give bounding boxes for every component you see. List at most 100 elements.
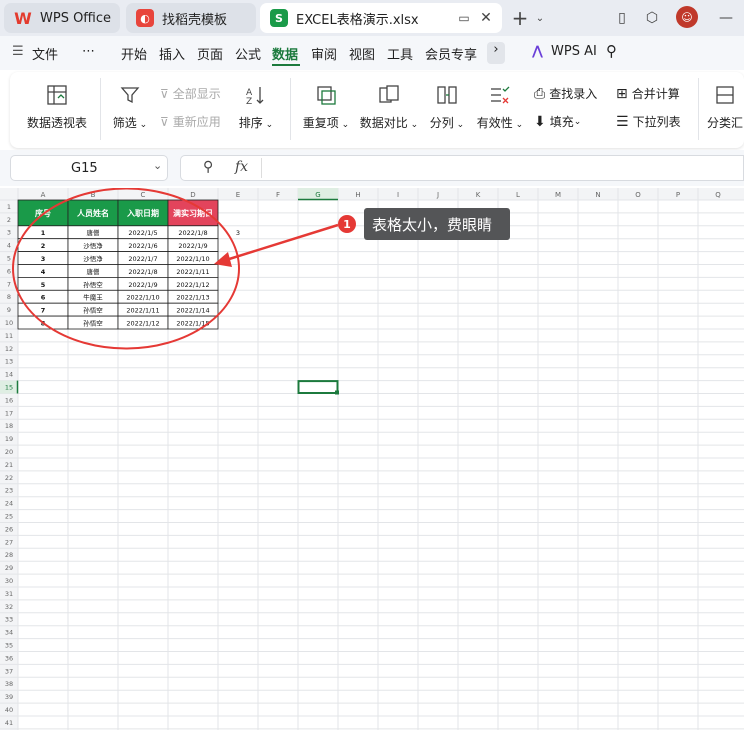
minimize-icon[interactable]: —: [716, 8, 736, 28]
fx-icon[interactable]: fx: [235, 159, 248, 175]
selected-cell-g15[interactable]: [297, 380, 339, 395]
subtotal-button[interactable]: 分类汇: [706, 72, 744, 131]
row-header-29[interactable]: 29: [5, 564, 13, 572]
menu-data[interactable]: 数据: [272, 44, 298, 63]
restore-tab-icon[interactable]: ▭: [454, 8, 474, 28]
row-header-16[interactable]: 16: [5, 396, 13, 404]
row-header-19[interactable]: 19: [5, 435, 13, 443]
column-header-N[interactable]: N: [595, 191, 600, 199]
menu-file[interactable]: 文件: [32, 44, 58, 63]
avatar[interactable]: ☺: [676, 6, 698, 28]
row-header-30[interactable]: 30: [5, 577, 13, 585]
split-column-button[interactable]: 分列 ⌄: [428, 72, 466, 131]
menu-member[interactable]: 会员专享: [425, 44, 477, 63]
row-header-21[interactable]: 21: [5, 461, 13, 469]
column-header-M[interactable]: M: [555, 191, 561, 199]
column-header-Q[interactable]: Q: [715, 191, 721, 199]
tab-wps-office[interactable]: W WPS Office: [4, 3, 120, 33]
validity-button[interactable]: 有效性 ⌄: [474, 72, 526, 131]
row-header-26[interactable]: 26: [5, 525, 13, 533]
cube-icon[interactable]: ⬡: [642, 8, 662, 28]
row-header-6[interactable]: 6: [7, 267, 11, 275]
column-header-H[interactable]: H: [355, 191, 360, 199]
row-header-22[interactable]: 22: [5, 474, 13, 482]
row-header-8[interactable]: 8: [7, 293, 11, 301]
column-header-G[interactable]: G: [315, 191, 320, 199]
menu-tools[interactable]: 工具: [387, 44, 413, 63]
tab-template-store[interactable]: ◐ 找稻壳模板: [126, 3, 256, 33]
menu-insert[interactable]: 插入: [159, 44, 185, 63]
tab-list-chevron-icon[interactable]: ⌄: [530, 8, 550, 28]
duplicates-button[interactable]: 重复项 ⌄: [300, 72, 352, 131]
menu-home[interactable]: 开始: [121, 44, 147, 63]
row-header-20[interactable]: 20: [5, 448, 13, 456]
row-header-2[interactable]: 2: [7, 216, 11, 224]
row-header-36[interactable]: 36: [5, 654, 13, 662]
consolidate-button[interactable]: ⊞ 合并计算: [616, 85, 680, 102]
show-all-button[interactable]: ⊽ 全部显示: [160, 85, 221, 102]
menu-more[interactable]: ⋯: [82, 44, 95, 59]
lookup-entry-button[interactable]: ⎙ 查找录入: [534, 85, 597, 102]
row-header-28[interactable]: 28: [5, 551, 13, 559]
row-header-40[interactable]: 40: [5, 706, 13, 714]
row-header-15[interactable]: 15: [5, 384, 13, 392]
row-header-18[interactable]: 18: [5, 422, 13, 430]
row-header-3[interactable]: 3: [7, 229, 11, 237]
column-header-I[interactable]: I: [397, 191, 399, 199]
row-header-11[interactable]: 11: [5, 332, 13, 340]
filter-button[interactable]: 筛选 ⌄: [110, 72, 150, 131]
row-header-37[interactable]: 37: [5, 667, 13, 675]
column-header-C[interactable]: C: [141, 191, 146, 199]
row-header-13[interactable]: 13: [5, 358, 13, 366]
formula-input[interactable]: ⚲ fx: [180, 155, 744, 181]
pivot-table-button[interactable]: 数据透视表: [26, 72, 88, 131]
menu-scroll-right-icon[interactable]: ›: [487, 42, 505, 64]
column-header-K[interactable]: K: [476, 191, 481, 199]
row-header-24[interactable]: 24: [5, 500, 13, 508]
menu-view[interactable]: 视图: [349, 44, 375, 63]
row-header-39[interactable]: 39: [5, 693, 13, 701]
menu-review[interactable]: 审阅: [311, 44, 337, 63]
row-header-7[interactable]: 7: [7, 280, 11, 288]
column-header-J[interactable]: J: [436, 191, 439, 199]
row-header-41[interactable]: 41: [5, 719, 13, 727]
row-header-32[interactable]: 32: [5, 603, 13, 611]
row-header-17[interactable]: 17: [5, 409, 13, 417]
column-header-F[interactable]: F: [276, 191, 280, 199]
row-header-1[interactable]: 1: [7, 203, 11, 211]
row-header-33[interactable]: 33: [5, 616, 13, 624]
spreadsheet-grid[interactable]: A B C D E F G H I J K L M N O P Q 1 2 3 4 5 6 7 8 9 10 11 12 13 14 15 16…: [0, 188, 744, 730]
search-icon[interactable]: ⚲: [606, 42, 617, 60]
row-header-34[interactable]: 34: [5, 629, 13, 637]
row-header-25[interactable]: 25: [5, 513, 13, 521]
column-header-O[interactable]: O: [635, 191, 641, 199]
fill-button[interactable]: ⬇ 填充 ⌄: [534, 113, 581, 130]
row-header-9[interactable]: 9: [7, 306, 11, 314]
row-header-4[interactable]: 4: [7, 242, 11, 250]
close-tab-icon[interactable]: ✕: [476, 8, 496, 28]
column-header-L[interactable]: L: [516, 191, 520, 199]
fill-handle[interactable]: [335, 390, 339, 395]
zoom-search-icon[interactable]: ⚲: [203, 159, 213, 175]
menu-wps-ai[interactable]: WPS AI: [551, 44, 597, 59]
row-header-14[interactable]: 14: [5, 371, 13, 379]
reapply-button[interactable]: ⊽ 重新应用: [160, 113, 221, 130]
row-header-31[interactable]: 31: [5, 590, 13, 598]
new-tab-plus-icon[interactable]: +: [510, 6, 530, 30]
dropdown-list-button[interactable]: ☰ 下拉列表: [616, 113, 681, 130]
row-header-35[interactable]: 35: [5, 642, 13, 650]
row-header-23[interactable]: 23: [5, 487, 13, 495]
data-compare-button[interactable]: 数据对比 ⌄: [358, 72, 420, 131]
sort-button[interactable]: A Z 排序 ⌄: [236, 72, 276, 131]
row-header-5[interactable]: 5: [7, 255, 11, 263]
row-header-27[interactable]: 27: [5, 538, 13, 546]
menu-page[interactable]: 页面: [197, 44, 223, 63]
hamburger-icon[interactable]: ☰: [12, 44, 24, 59]
column-header-E[interactable]: E: [236, 191, 240, 199]
row-header-38[interactable]: 38: [5, 680, 13, 688]
chevron-down-icon[interactable]: ⌄: [153, 159, 162, 172]
column-header-D[interactable]: D: [190, 191, 195, 199]
name-box[interactable]: G15 ⌄: [10, 155, 168, 181]
tab-excel-file[interactable]: S EXCEL表格演示.xlsx ▭ ✕: [260, 3, 502, 33]
column-header-P[interactable]: P: [676, 191, 680, 199]
